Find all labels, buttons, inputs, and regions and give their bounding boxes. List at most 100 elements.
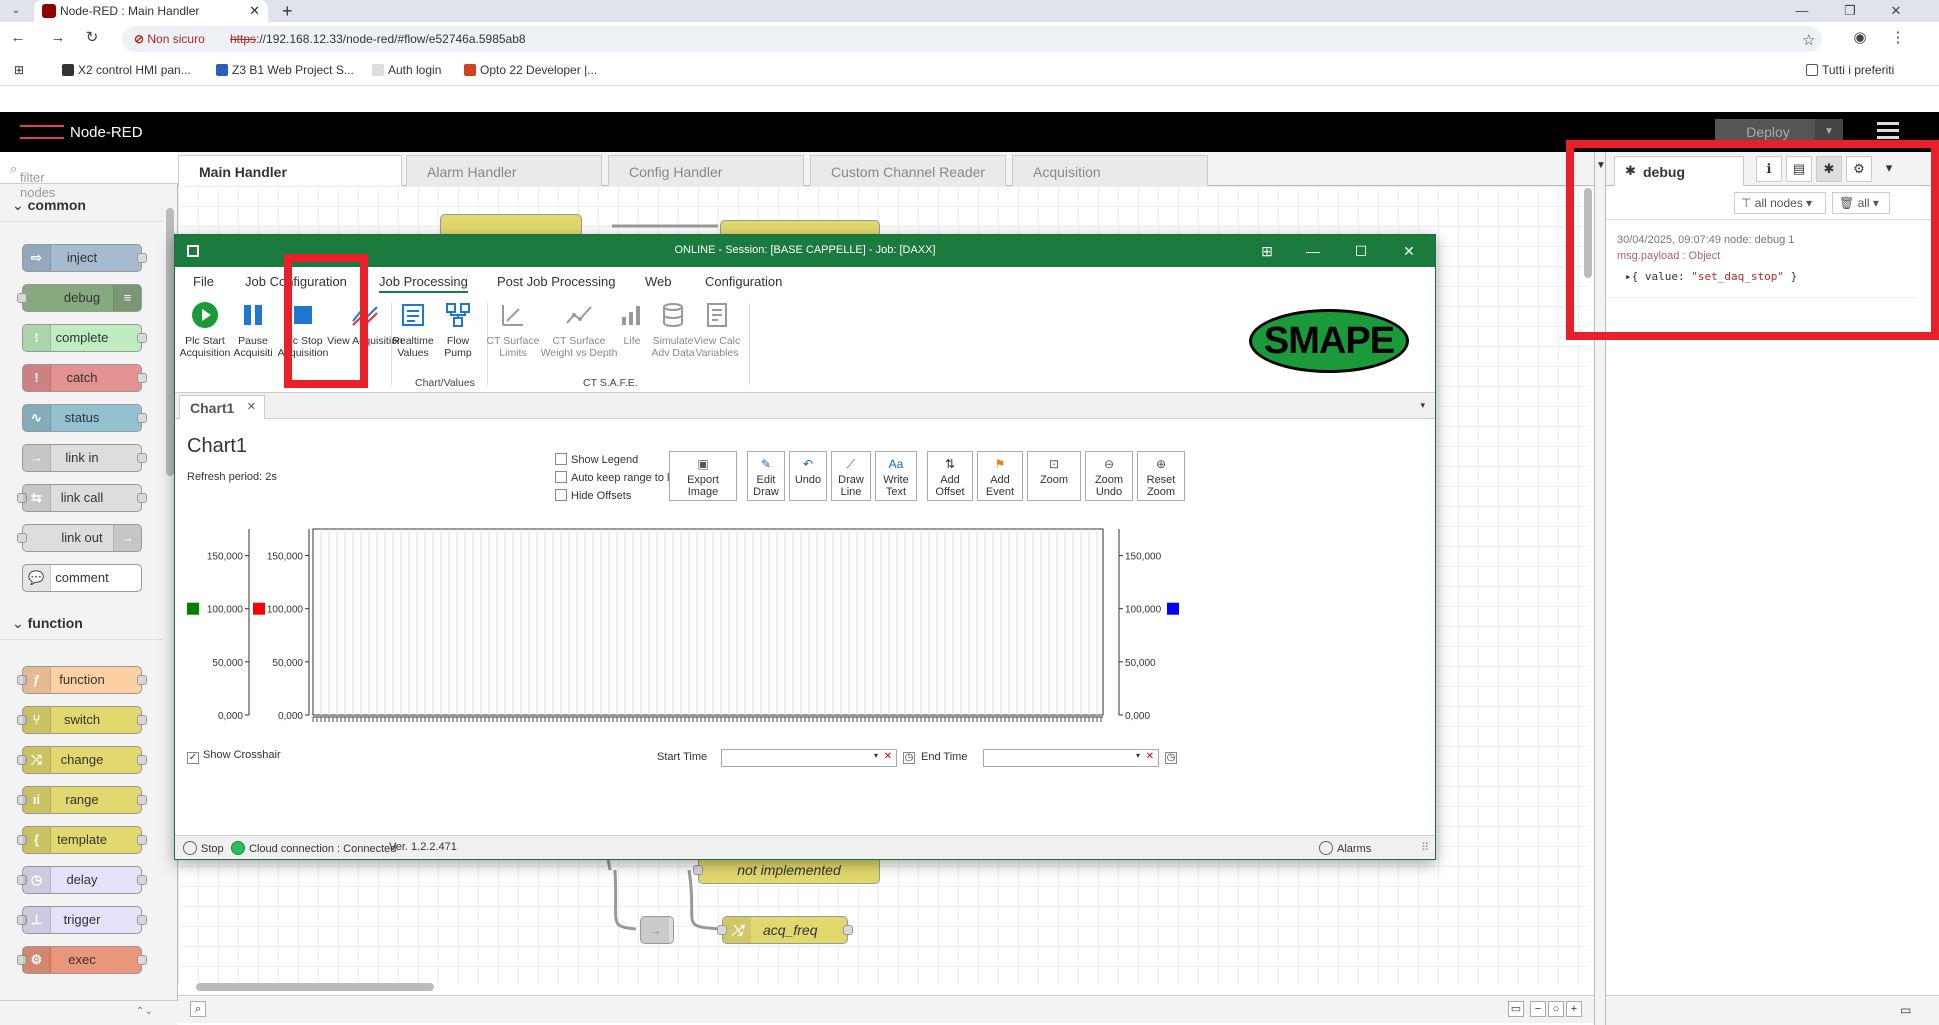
draw-line-button[interactable]: ⟋ Draw Line	[831, 451, 871, 501]
menu-file[interactable]: File	[193, 274, 214, 289]
app-minimize-icon[interactable]: —	[1303, 241, 1323, 261]
close-doc-tab-icon[interactable]: ✕	[247, 400, 256, 413]
palette-node-debug[interactable]: debug ≡	[17, 284, 142, 312]
app-maximize-icon[interactable]: ☐	[1351, 241, 1371, 261]
layout-icon[interactable]: ⊞	[1257, 241, 1277, 261]
new-tab-icon[interactable]: +	[282, 0, 293, 22]
undo-button[interactable]: ↶ Undo	[789, 451, 827, 501]
palette-node-exec[interactable]: ⚙ exec	[17, 946, 147, 974]
palette-node-delay[interactable]: ◷ delay	[17, 866, 147, 894]
flow-tab-alarm-handler[interactable]: Alarm Handler	[406, 155, 602, 186]
doc-tabs-dropdown-icon[interactable]: ▾	[1420, 400, 1425, 411]
clear-end-time-icon[interactable]: ✕	[1146, 751, 1154, 762]
flow-node-link[interactable]: →	[640, 916, 674, 944]
flow-tab-main-handler[interactable]: Main Handler	[178, 155, 402, 187]
resize-grip-icon[interactable]: ⠿	[1421, 841, 1429, 854]
address-bar[interactable]: Non sicuro https://192.168.12.33/node-re…	[122, 26, 1822, 52]
palette-node-catch[interactable]: ! catch	[22, 364, 147, 392]
zoom-out-icon[interactable]: −	[1530, 1001, 1546, 1017]
palette-node-comment[interactable]: 💬 comment	[22, 564, 142, 592]
start-time-dropdown-icon[interactable]: ▾	[874, 751, 878, 760]
app-close-icon[interactable]: ✕	[1399, 241, 1419, 261]
palette-node-inject[interactable]: ⇨ inject	[22, 244, 147, 272]
end-time-dropdown-icon[interactable]: ▾	[1136, 751, 1140, 760]
doc-tab-chart1[interactable]: Chart1 ✕	[179, 395, 265, 419]
zoom-button[interactable]: ⊡ Zoom	[1027, 451, 1081, 501]
filter-nodes-input[interactable]: ⌕ filter nodes	[0, 152, 178, 200]
edit-draw-button[interactable]: ✎ Edit Draw	[747, 451, 785, 501]
bookmark-star-icon[interactable]: ☆	[1802, 31, 1815, 49]
tab-search-icon[interactable]: ⌄	[8, 3, 24, 19]
palette-node-template[interactable]: {template	[17, 826, 147, 854]
view-calc-variables-button[interactable]: View Calc Variables	[691, 301, 743, 359]
chart-svg[interactable]: 0,000 0,000 0,000 50,000 50,000 50,000 100,000…	[175, 499, 1435, 829]
flow-tab-config-handler[interactable]: Config Handler	[608, 155, 804, 186]
palette-node-link-out[interactable]: link out →	[17, 524, 142, 552]
show-crosshair-checkbox[interactable]: ✓ Show Crosshair	[187, 749, 281, 764]
bookmark-item[interactable]: Opto 22 Developer |...	[464, 63, 597, 77]
close-window-icon[interactable]: ✕	[1884, 0, 1908, 22]
start-time-picker-icon[interactable]: ◷	[903, 749, 919, 764]
zoom-in-icon[interactable]: +	[1566, 1001, 1582, 1017]
clear-start-time-icon[interactable]: ✕	[884, 751, 892, 762]
apps-grid-icon[interactable]: ⊞	[14, 63, 24, 77]
end-time-picker-icon[interactable]: ◷	[1165, 749, 1181, 764]
plc-start-acquisition-button[interactable]: Plc Start Acquisition	[175, 301, 235, 359]
flow-tab-acquisition[interactable]: Acquisition	[1012, 155, 1208, 186]
menu-web[interactable]: Web	[645, 274, 672, 289]
auto-keep-range-checkbox[interactable]: Auto keep range to last	[555, 471, 684, 484]
not-secure-badge[interactable]: Non sicuro	[134, 32, 204, 46]
palette-node-function[interactable]: ƒ function	[17, 666, 147, 694]
forward-icon[interactable]: →	[48, 28, 68, 48]
zoom-undo-button[interactable]: ⊖ Zoom Undo	[1085, 451, 1133, 501]
palette-node-status[interactable]: ∿ status	[22, 404, 147, 432]
minimize-window-icon[interactable]: —	[1790, 0, 1814, 22]
close-tab-icon[interactable]: ✕	[249, 0, 260, 22]
write-text-button[interactable]: Aa Write Text	[875, 451, 917, 501]
restore-window-icon[interactable]: ❐	[1838, 0, 1862, 22]
url-text[interactable]: https://192.168.12.33/node-red/#flow/e52…	[230, 32, 526, 46]
flow-tab-custom-channel-reader[interactable]: Custom Channel Reader	[810, 155, 1006, 186]
bookmark-item[interactable]: X2 control HMI pan...	[62, 63, 191, 77]
navigator-icon[interactable]: ▭	[1508, 1001, 1524, 1017]
palette-scrollbar[interactable]	[166, 188, 174, 988]
flow-node-acq-freq[interactable]: ⤮ acq_freq	[717, 916, 853, 944]
export-image-button[interactable]: ▣ Export Image	[669, 451, 737, 501]
profile-icon[interactable]: ◉	[1850, 28, 1870, 48]
menu-job-processing[interactable]: Job Processing	[379, 274, 468, 293]
palette-category-common[interactable]: common	[0, 188, 163, 222]
workspace-horizontal-scrollbar[interactable]	[190, 983, 1570, 991]
ct-surface-limits-button[interactable]: CT Surface Limits	[483, 301, 543, 359]
reset-zoom-button[interactable]: ⊕ Reset Zoom	[1137, 451, 1185, 501]
bookmark-item[interactable]: Auth login	[372, 63, 441, 77]
add-event-button[interactable]: ⚑ Add Event	[977, 451, 1023, 501]
end-time-input[interactable]: ▾ ✕	[983, 749, 1159, 767]
back-icon[interactable]: ←	[8, 28, 28, 48]
zoom-reset-icon[interactable]: ○	[1548, 1001, 1564, 1017]
add-offset-button[interactable]: ⇅ Add Offset	[927, 451, 973, 501]
show-legend-checkbox[interactable]: Show Legend	[555, 453, 638, 466]
reload-icon[interactable]: ↻	[82, 28, 102, 48]
search-flows-icon[interactable]: ⌕	[190, 1001, 206, 1017]
palette-node-link-in[interactable]: → link in	[22, 444, 147, 472]
bookmark-item[interactable]: Z3 B1 Web Project S...	[216, 63, 354, 77]
menu-post-job-processing[interactable]: Post Job Processing	[497, 274, 616, 289]
palette-category-function[interactable]: function	[0, 606, 163, 640]
palette-node-complete[interactable]: ! complete	[22, 324, 147, 352]
palette-node-change[interactable]: ⤮ change	[17, 746, 147, 774]
palette-node-link-call[interactable]: ⇆ link call	[17, 484, 147, 512]
realtime-values-button[interactable]: Realtime Values	[387, 301, 439, 359]
browser-tab[interactable]: Node-RED : Main Handler ✕	[34, 0, 268, 22]
all-bookmarks-folder[interactable]: Tutti i preferiti	[1806, 63, 1894, 77]
palette-node-switch[interactable]: ⑂ switch	[17, 706, 147, 734]
ct-surface-weight-vs-depth-button[interactable]: CT Surface Weight vs Depth	[537, 301, 621, 359]
start-time-input[interactable]: ▾ ✕	[721, 749, 897, 767]
palette-node-range[interactable]: ıi range	[17, 786, 147, 814]
menu-configuration[interactable]: Configuration	[705, 274, 782, 289]
collapse-categories-icon[interactable]: ⌃⌄	[136, 1006, 153, 1017]
flow-pump-button[interactable]: Flow Pump	[433, 301, 483, 359]
palette-node-trigger[interactable]: ⊥ trigger	[17, 906, 147, 934]
alarms-status[interactable]: Alarms	[1319, 841, 1371, 855]
pause-acquisition-button[interactable]: Pause Acquisiti	[229, 301, 277, 359]
flow-node-not-implemented[interactable]: not implemented	[693, 856, 880, 884]
